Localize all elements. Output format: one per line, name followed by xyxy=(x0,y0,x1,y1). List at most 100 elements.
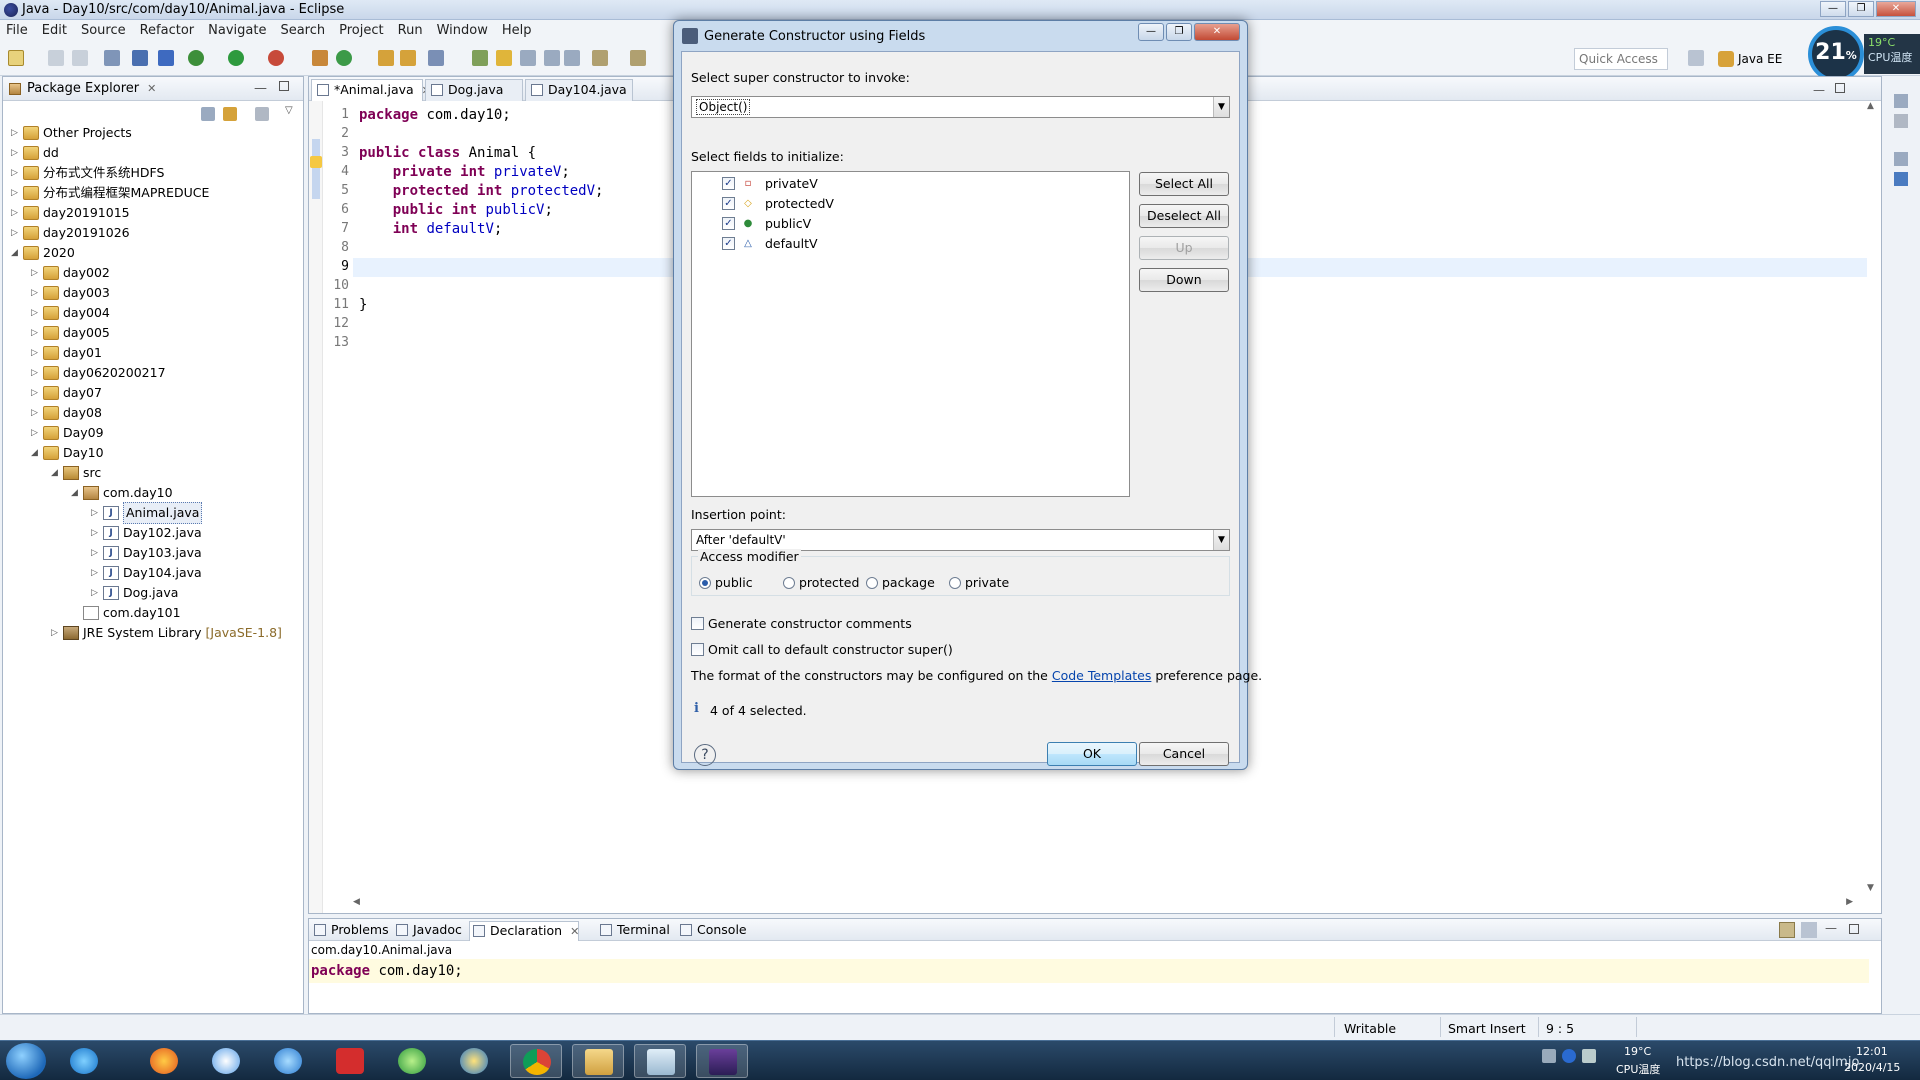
next-annotation-icon[interactable] xyxy=(592,50,608,66)
taskbar-cloud[interactable] xyxy=(262,1044,314,1078)
annotation-icon[interactable] xyxy=(496,50,512,66)
menu-refactor[interactable]: Refactor xyxy=(140,23,195,38)
debug-icon[interactable] xyxy=(188,50,204,66)
run-icon[interactable] xyxy=(228,50,244,66)
taskbar-chrome[interactable] xyxy=(510,1044,562,1078)
menu-file[interactable]: File xyxy=(6,23,28,38)
open-type-icon[interactable] xyxy=(378,50,394,66)
perspective-java-ee[interactable]: Java EE xyxy=(1718,48,1782,70)
field-checkbox-privatev[interactable]: ✓ xyxy=(722,176,735,190)
open-input-icon[interactable] xyxy=(1801,922,1817,938)
down-button[interactable]: Down xyxy=(1139,268,1229,292)
block-select-icon[interactable] xyxy=(544,50,560,66)
tree-node-jre-library[interactable]: ▷ JRE System Library [JavaSE-1.8] xyxy=(51,623,282,643)
help-icon[interactable] xyxy=(1562,1049,1576,1063)
generate-comments-option[interactable]: Generate constructor comments xyxy=(691,616,912,631)
radio-private[interactable]: private xyxy=(949,575,1009,590)
menu-source[interactable]: Source xyxy=(81,23,126,38)
tab-dog-java[interactable]: Dog.java xyxy=(425,79,523,101)
close-icon[interactable]: ✕ xyxy=(1876,1,1916,17)
scroll-down-icon[interactable]: ▼ xyxy=(1867,883,1874,893)
minimize-icon[interactable]: — xyxy=(1825,921,1837,935)
menu-edit[interactable]: Edit xyxy=(42,23,67,38)
new-icon[interactable] xyxy=(8,50,24,66)
tree-node-day005[interactable]: ▷ day005 xyxy=(31,323,110,343)
previous-annotation-icon[interactable] xyxy=(630,50,646,66)
maximize-icon[interactable]: ❐ xyxy=(1166,23,1192,41)
omit-super-checkbox[interactable] xyxy=(691,643,704,656)
tree-node-2020[interactable]: ◢ 2020 xyxy=(11,243,75,263)
quick-access-input[interactable]: Quick Access xyxy=(1574,48,1668,70)
close-icon[interactable]: ✕ xyxy=(570,925,579,938)
field-checkbox-protectedv[interactable]: ✓ xyxy=(722,196,735,210)
tab-console[interactable]: Console xyxy=(677,921,747,941)
minimize-icon[interactable]: — xyxy=(1138,23,1164,41)
tree-node-day20191015[interactable]: ▷ day20191015 xyxy=(11,203,130,223)
tree-node-day09[interactable]: ▷ Day09 xyxy=(31,423,104,443)
bluetooth-icon[interactable] xyxy=(1582,1049,1596,1063)
tree-node-mapreduce[interactable]: ▷ 分布式编程框架MAPREDUCE xyxy=(11,183,209,203)
code-templates-link[interactable]: Code Templates xyxy=(1052,668,1152,683)
field-row-protectedv[interactable]: ✓ ◇ protectedV xyxy=(722,194,834,212)
restore-icon[interactable]: ❐ xyxy=(1848,1,1874,17)
minimize-icon[interactable]: — xyxy=(254,81,267,96)
taskbar-app-green[interactable] xyxy=(386,1044,438,1078)
taskbar-explorer[interactable] xyxy=(572,1044,624,1078)
run-external-icon[interactable] xyxy=(268,50,284,66)
start-button[interactable] xyxy=(6,1043,46,1079)
omit-super-option[interactable]: Omit call to default constructor super() xyxy=(691,642,953,657)
skip-breakpoints-icon[interactable] xyxy=(158,50,174,66)
field-checkbox-defaultv[interactable]: ✓ xyxy=(722,236,735,250)
taskbar-ie[interactable] xyxy=(58,1044,110,1078)
maximize-icon[interactable] xyxy=(279,81,289,91)
focus-icon[interactable] xyxy=(255,107,269,121)
editor-vertical-scrollbar[interactable]: ▲ ▼ xyxy=(1865,101,1879,893)
minimize-icon[interactable]: — xyxy=(1813,83,1825,97)
menu-search[interactable]: Search xyxy=(280,23,325,38)
ok-button[interactable]: OK xyxy=(1047,742,1137,766)
tree-node-day07[interactable]: ▷ day07 xyxy=(31,383,102,403)
taskbar-youdao[interactable] xyxy=(324,1044,376,1078)
tree-node-com-day101[interactable]: com.day101 xyxy=(71,603,181,623)
editor-horizontal-scrollbar[interactable]: ◀ ▶ xyxy=(353,897,1853,911)
save-icon[interactable] xyxy=(48,50,64,66)
menu-help[interactable]: Help xyxy=(502,23,532,38)
task-list-icon[interactable] xyxy=(1894,114,1908,128)
close-icon[interactable]: ✕ xyxy=(1194,23,1240,41)
terminal-icon[interactable] xyxy=(132,50,148,66)
scroll-right-icon[interactable]: ▶ xyxy=(1846,897,1853,907)
close-icon[interactable]: ✕ xyxy=(147,82,156,95)
tree-node-com-day10[interactable]: ◢ com.day10 xyxy=(71,483,173,503)
restore-icon[interactable] xyxy=(1894,152,1908,166)
radio-package[interactable]: package xyxy=(866,575,935,590)
field-row-privatev[interactable]: ✓ ▫ privateV xyxy=(722,174,818,192)
tree-node-dog-java[interactable]: ▷ J Dog.java xyxy=(91,583,178,603)
select-all-button[interactable]: Select All xyxy=(1139,172,1229,196)
new-class-icon[interactable] xyxy=(336,50,352,66)
minimize-icon[interactable]: — xyxy=(1820,1,1846,17)
tree-node-day0620200217[interactable]: ▷ day0620200217 xyxy=(31,363,166,383)
field-row-defaultv[interactable]: ✓ △ defaultV xyxy=(722,234,818,252)
scroll-up-icon[interactable]: ▲ xyxy=(1867,101,1874,111)
tree-node-day003[interactable]: ▷ day003 xyxy=(31,283,110,303)
view-menu-icon[interactable]: ▽ xyxy=(285,105,293,116)
radio-public[interactable]: public xyxy=(699,575,753,590)
tree-node-dd[interactable]: ▷ dd xyxy=(11,143,59,163)
save-all-icon[interactable] xyxy=(72,50,88,66)
tree-node-day002[interactable]: ▷ day002 xyxy=(31,263,110,283)
taskbar-eclipse[interactable] xyxy=(696,1044,748,1078)
show-whitespace-icon[interactable] xyxy=(564,50,580,66)
tab-terminal[interactable]: Terminal xyxy=(597,921,670,941)
tree-node-animal-java[interactable]: ▷ J Animal.java xyxy=(91,502,203,524)
field-row-publicv[interactable]: ✓ ● publicV xyxy=(722,214,811,232)
new-java-project-icon[interactable] xyxy=(312,50,328,66)
tree-node-hdfs[interactable]: ▷ 分布式文件系统HDFS xyxy=(11,163,164,183)
super-constructor-select[interactable]: Object() ▼ xyxy=(691,96,1230,118)
tree-node-day20191026[interactable]: ▷ day20191026 xyxy=(11,223,130,243)
package-explorer-tab[interactable]: Package Explorer ✕ — xyxy=(3,77,303,101)
tree-node-day104-java[interactable]: ▷ J Day104.java xyxy=(91,563,202,583)
tab-declaration[interactable]: Declaration ✕ xyxy=(469,921,579,941)
network-icon[interactable] xyxy=(1542,1049,1556,1063)
tree-node-day01[interactable]: ▷ day01 xyxy=(31,343,102,363)
menu-project[interactable]: Project xyxy=(339,23,383,38)
